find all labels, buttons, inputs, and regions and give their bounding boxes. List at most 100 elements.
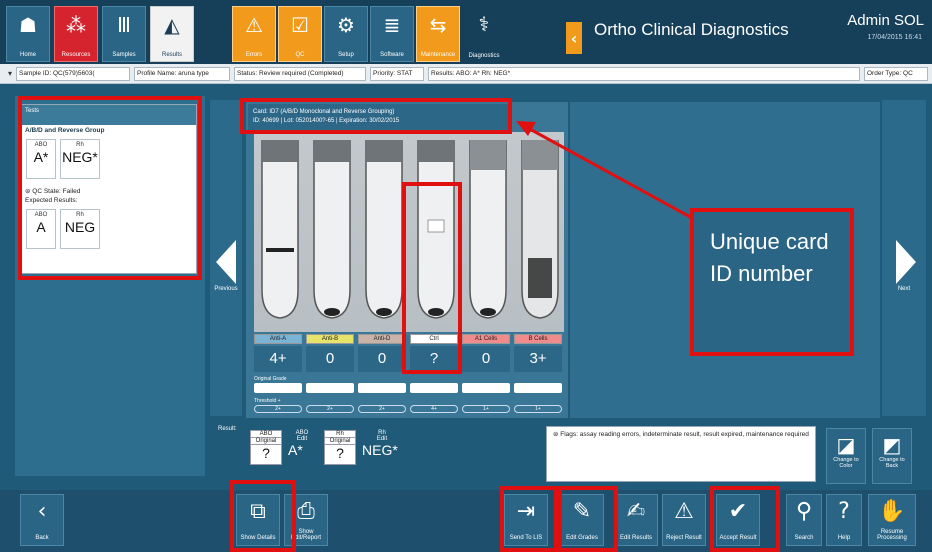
results-icon: ◭ [164,13,180,37]
grade-anti-b[interactable]: 0 [306,346,354,372]
abo-original-header: ABO [250,430,282,438]
annotation-send-to-lis [500,486,558,552]
cell-label-anti-b: Anti-B [306,334,354,344]
bottom-action-bar: ‹ Back ⧉ Show Details ⎙ Show Edit/Report… [0,490,932,552]
result-label: Result: [218,426,237,432]
change-to-back-button[interactable]: ◩ Change to Back [872,428,912,484]
nav-samples[interactable]: Ⅲ Samples [102,6,146,62]
annotation-show-details [230,480,296,552]
nav-errors-label: Errors [245,52,263,58]
microtube-a1-cells [466,139,510,326]
nav-resources[interactable]: ⁂ Resources [54,6,98,62]
nav-software-label: Software [380,52,404,58]
setup-icon: ⚙ [337,13,355,37]
color-card-icon: ◪ [836,433,856,457]
grade-anti-d[interactable]: 0 [358,346,406,372]
flags-text: Flags: assay reading errors, indetermina… [560,431,809,438]
chevron-left-icon: ‹ [570,28,578,48]
print-icon: ⎙ [297,499,315,524]
nav-setup-label: Setup [338,52,354,58]
rh-edit-result[interactable]: Rh Edit NEG* [360,430,404,462]
abo-original-sub: Original [250,438,282,445]
order-type-chip: Order Type: QC [864,67,928,81]
chevron-left-icon: ‹ [37,499,47,524]
flags-box: ⊜ Flags: assay reading errors, indetermi… [546,426,816,482]
original-grade-cell [306,383,354,393]
grade-a1-cells[interactable]: 0 [462,346,510,372]
callout-unique-card-id: Unique card ID number [690,208,854,356]
result-bar: Result: ABO Original ? ABO Edit A* Rh Or… [210,420,926,488]
previous-label: Previous [214,286,238,292]
threshold-cell: 1+ [462,405,510,413]
change-to-back-label: Change to Back [879,457,905,469]
threshold-cell: 4+ [410,405,458,413]
original-grade-cell [514,383,562,393]
maintenance-icon: ⇆ [429,13,447,37]
abo-edit-value: A* [288,442,303,458]
resources-icon: ⁂ [66,13,86,37]
annotation-ctrl-column [402,182,462,374]
nav-diagnostics[interactable]: ⚕ Diagnostics [462,6,506,62]
annotation-card-id [240,98,512,134]
abo-original-value: ? [250,445,282,465]
nav-results[interactable]: ◭ Results [150,6,194,62]
annotation-accept-result [710,486,780,552]
arrow-right-icon [896,240,916,284]
microtube-anti-d [362,139,406,326]
original-grade-label: Original Grade [254,376,287,382]
help-button[interactable]: ? Help [826,494,862,546]
user-name[interactable]: Admin SOL [847,12,924,29]
previous-card-button[interactable]: Previous [210,100,242,416]
help-label: Help [837,535,851,541]
cell-label-anti-a: Anti-A [254,334,302,344]
change-to-color-button[interactable]: ◪ Change to Color [826,428,866,484]
sample-info-strip: ▾ Sample ID: QC(579)5603( Profile Name: … [0,64,932,84]
back-button[interactable]: ‹ Back [20,494,64,546]
original-grade-cell [254,383,302,393]
abo-original-result: ABO Original ? [250,430,282,465]
nav-diagnostics-label: Diagnostics [468,53,500,59]
reject-result-button[interactable]: ⚠ Reject Result [662,494,706,546]
samples-icon: Ⅲ [117,13,131,37]
microtube-b-cells [518,139,562,326]
nav-setup[interactable]: ⚙ Setup [324,6,368,62]
qc-check-icon: ☑ [291,13,309,37]
original-grade-cell [410,383,458,393]
collapse-dash-icon[interactable]: ▾ [8,69,12,78]
status-chip: Status: Review required (Completed) [234,67,366,81]
nav-maintenance[interactable]: ⇆ Maintenance [416,6,460,62]
nav-results-label: Results [161,52,182,58]
search-icon: ⚲ [795,499,813,524]
nav-resources-label: Resources [61,52,91,58]
nav-errors[interactable]: ⚠ Errors [232,6,276,62]
current-datetime: 17/04/2015 16:41 [867,34,923,41]
collapse-nav-button[interactable]: ‹ [566,22,582,54]
next-card-button[interactable]: Next [882,100,926,416]
nav-home-label: Home [19,52,36,58]
search-button[interactable]: ⚲ Search [786,494,822,546]
grade-anti-a[interactable]: 4+ [254,346,302,372]
microtube-anti-a [258,139,302,326]
arrow-left-icon [216,240,236,284]
rh-original-header: Rh [324,430,356,438]
microtube-anti-b [310,139,354,326]
nav-home[interactable]: ☗ Home [6,6,50,62]
hand-stop-icon: ✋ [878,499,906,524]
flip-card-icon: ◩ [882,433,902,457]
warning-icon: ⚠ [245,13,263,37]
nav-qc[interactable]: ☑ QC [278,6,322,62]
back-label: Back [35,535,49,541]
grade-b-cells[interactable]: 3+ [514,346,562,372]
edit-results-button[interactable]: ✍ Edit Results [614,494,658,546]
results-chip: Results: ABO: A* Rh: NEG* [428,67,860,81]
nav-qc-label: QC [295,52,305,58]
edit-results-icon: ✍ [626,499,646,524]
resume-processing-button[interactable]: ✋ Resume Processing [868,494,916,546]
original-grade-cell [358,383,406,393]
help-icon: ? [838,499,850,524]
abo-edit-result[interactable]: ABO Edit A* [286,430,318,462]
nav-software[interactable]: ≣ Software [370,6,414,62]
software-icon: ≣ [383,13,401,37]
diagnostics-icon: ⚕ [478,12,490,36]
change-to-color-label: Change to Color [833,457,859,469]
